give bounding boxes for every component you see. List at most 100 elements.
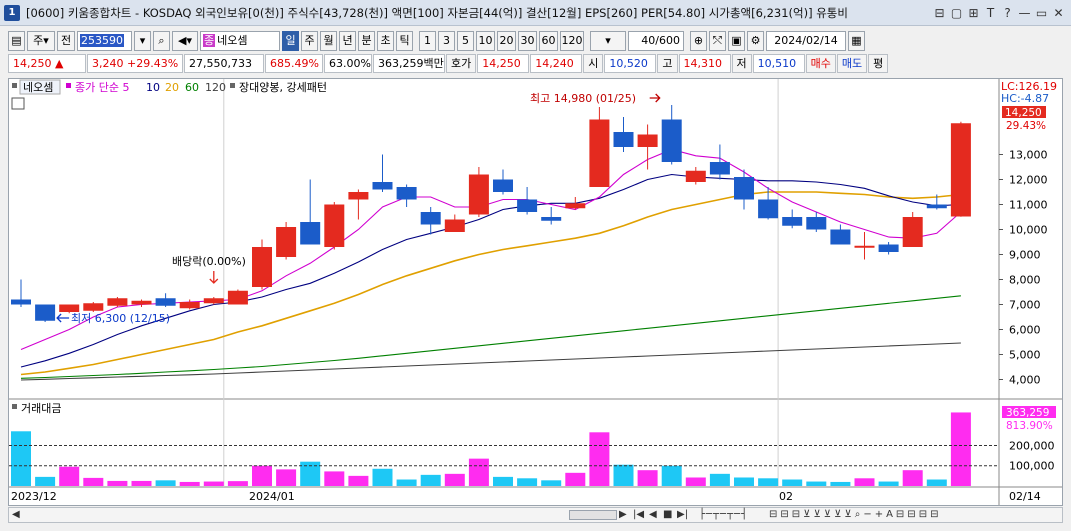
- period-tick-tab[interactable]: 틱: [396, 31, 413, 51]
- pattern-icon[interactable]: ⤲: [709, 31, 726, 51]
- interval-120-button[interactable]: 120: [560, 31, 584, 51]
- volume-bar: [420, 474, 441, 486]
- interval-60-button[interactable]: 60: [539, 31, 558, 51]
- interval-dropdown[interactable]: ▾: [590, 31, 626, 51]
- price-tick-label: 10,000: [1009, 224, 1048, 237]
- dividend-arrow-icon: [209, 271, 219, 284]
- volume-bar: [203, 481, 224, 486]
- stop-icon[interactable]: ■: [663, 508, 672, 522]
- candle-down: [541, 217, 562, 221]
- scroll-left-icon[interactable]: ◀: [12, 508, 20, 522]
- grid-toggle-icon[interactable]: [11, 97, 25, 110]
- full-view-button[interactable]: 전: [57, 31, 75, 51]
- candle-up: [276, 227, 297, 257]
- data-count-input[interactable]: 40/600: [628, 31, 684, 51]
- moving-averages: [20, 148, 962, 381]
- interval-10-button[interactable]: 10: [476, 31, 495, 51]
- chart-scrollbar[interactable]: ◀ ▶ |◀ ◀ ■ ▶| ├─┬─┬─┤ ⊟⊟⊟⊻⊻⊻⊻⊻⌕−+A⊟⊟⊟⊟: [8, 507, 1063, 523]
- restore-icon[interactable]: ▢: [948, 4, 965, 22]
- layout-button[interactable]: ▤: [8, 31, 25, 51]
- pattern-legend-icon: [230, 83, 235, 88]
- last-page-icon[interactable]: ▶|: [677, 508, 688, 522]
- first-page-icon[interactable]: |◀: [633, 508, 644, 522]
- pin-icon[interactable]: ⊞: [965, 4, 982, 22]
- chart-title: 네오셈: [23, 81, 53, 94]
- volume-legend-icon: [12, 404, 17, 409]
- price-tick-label: 13,000: [1009, 149, 1048, 162]
- chart-labels: 네오셈 종가 단순 5 10 20 60 120 장대양봉, 강세패턴 최고 1…: [11, 79, 1057, 503]
- price-tick-label: 9,000: [1009, 249, 1041, 262]
- period-day-tab[interactable]: 일: [282, 31, 299, 51]
- volume-bar: [276, 469, 297, 486]
- mode-select[interactable]: 주▾: [27, 31, 55, 51]
- volume-bar: [878, 481, 899, 486]
- candle-up: [348, 192, 369, 200]
- candle-down: [420, 212, 441, 225]
- sell-button[interactable]: 매도: [836, 53, 868, 73]
- buy-button[interactable]: 매수: [805, 53, 836, 73]
- chart-area[interactable]: 4,000 5,000 6,000 7,000 8,000 9,000 10,000 11,0…: [8, 78, 1063, 506]
- interval-3-button[interactable]: 3: [438, 31, 455, 51]
- window-title: [0600] 키움종합차트 - KOSDAQ 외국인보유[0(천)] 주식수[4…: [26, 5, 848, 20]
- open-price: 10,520: [604, 53, 657, 73]
- code-dropdown-icon[interactable]: ▾: [134, 31, 151, 51]
- window-buttons: ⊟ ▢ ⊞ T ? — ▭ ✕: [931, 4, 1067, 22]
- candle-up: [203, 298, 224, 304]
- volume-bar: [372, 468, 393, 486]
- candlestick-chart[interactable]: 4,000 5,000 6,000 7,000 8,000 9,000 10,000 11,0…: [9, 79, 1062, 505]
- volume-bar: [59, 466, 80, 486]
- price-tick-label: 8,000: [1009, 274, 1041, 287]
- scroll-thumb[interactable]: [569, 510, 617, 520]
- volume-bar: [227, 481, 248, 486]
- low-arrow-icon: [56, 313, 70, 323]
- stock-code-input[interactable]: 253590: [77, 31, 132, 51]
- candle-down: [709, 162, 730, 175]
- close-icon[interactable]: ✕: [1050, 4, 1067, 22]
- chart-toolbar: ▤ 주▾ 전 253590 ▾ ⌕ ◀▾ 종 네오셈 일 주 월 년 분 초 틱 …: [0, 30, 1071, 52]
- settings-gear-icon[interactable]: ⚙: [747, 31, 764, 51]
- ma-legend-icon: [66, 83, 71, 88]
- period-year-tab[interactable]: 년: [339, 31, 356, 51]
- period-month-tab[interactable]: 월: [320, 31, 337, 51]
- maximize-icon[interactable]: ▭: [1033, 4, 1050, 22]
- scroll-right-icon[interactable]: ▶: [619, 508, 627, 522]
- font-icon[interactable]: T: [982, 4, 999, 22]
- price-change: 3,240 +29.43%: [87, 53, 183, 73]
- volume-bar: [107, 480, 128, 486]
- candle-up: [107, 298, 128, 306]
- volume-bar: [348, 475, 369, 486]
- date-input[interactable]: 2024/02/14: [766, 31, 846, 51]
- title-bar: 1 [0600] 키움종합차트 - KOSDAQ 외국인보유[0(천)] 주식수…: [0, 0, 1071, 26]
- candle-up: [854, 245, 875, 248]
- stock-name-field[interactable]: 종 네오셈: [200, 31, 280, 51]
- calendar-icon[interactable]: ▦: [848, 31, 865, 51]
- candle-down: [493, 179, 513, 192]
- zoom-slider[interactable]: ├─┬─┬─┤: [699, 508, 748, 522]
- indicator-icon[interactable]: ⊕: [690, 31, 707, 51]
- volume-bar: [589, 432, 610, 486]
- period-minute-tab[interactable]: 분: [358, 31, 375, 51]
- current-price: 14,250 ▲: [8, 53, 86, 73]
- layout-icon[interactable]: ⊟: [931, 4, 948, 22]
- drawing-tools[interactable]: ⊟⊟⊟⊻⊻⊻⊻⊻⌕−+A⊟⊟⊟⊟: [769, 508, 941, 522]
- prev-page-icon[interactable]: ◀: [649, 508, 657, 522]
- interval-20-button[interactable]: 20: [497, 31, 516, 51]
- speaker-icon[interactable]: ◀▾: [172, 31, 198, 51]
- interval-30-button[interactable]: 30: [518, 31, 537, 51]
- help-icon[interactable]: ?: [999, 4, 1016, 22]
- candle-up: [179, 302, 200, 309]
- period-week-tab[interactable]: 주: [301, 31, 318, 51]
- candle-down: [830, 229, 851, 245]
- volume-bar: [637, 470, 658, 486]
- search-icon[interactable]: ⌕: [153, 31, 170, 51]
- period-second-tab[interactable]: 초: [377, 31, 394, 51]
- x-label-dec: 2023/12: [11, 490, 57, 503]
- legend-square-icon: [12, 83, 17, 88]
- volume-bar: [830, 481, 851, 486]
- minimize-icon[interactable]: —: [1016, 4, 1033, 22]
- interval-5-button[interactable]: 5: [457, 31, 474, 51]
- save-icon[interactable]: ▣: [728, 31, 745, 51]
- candle-down: [878, 244, 899, 252]
- interval-1-button[interactable]: 1: [419, 31, 436, 51]
- avg-button[interactable]: 평: [868, 53, 889, 73]
